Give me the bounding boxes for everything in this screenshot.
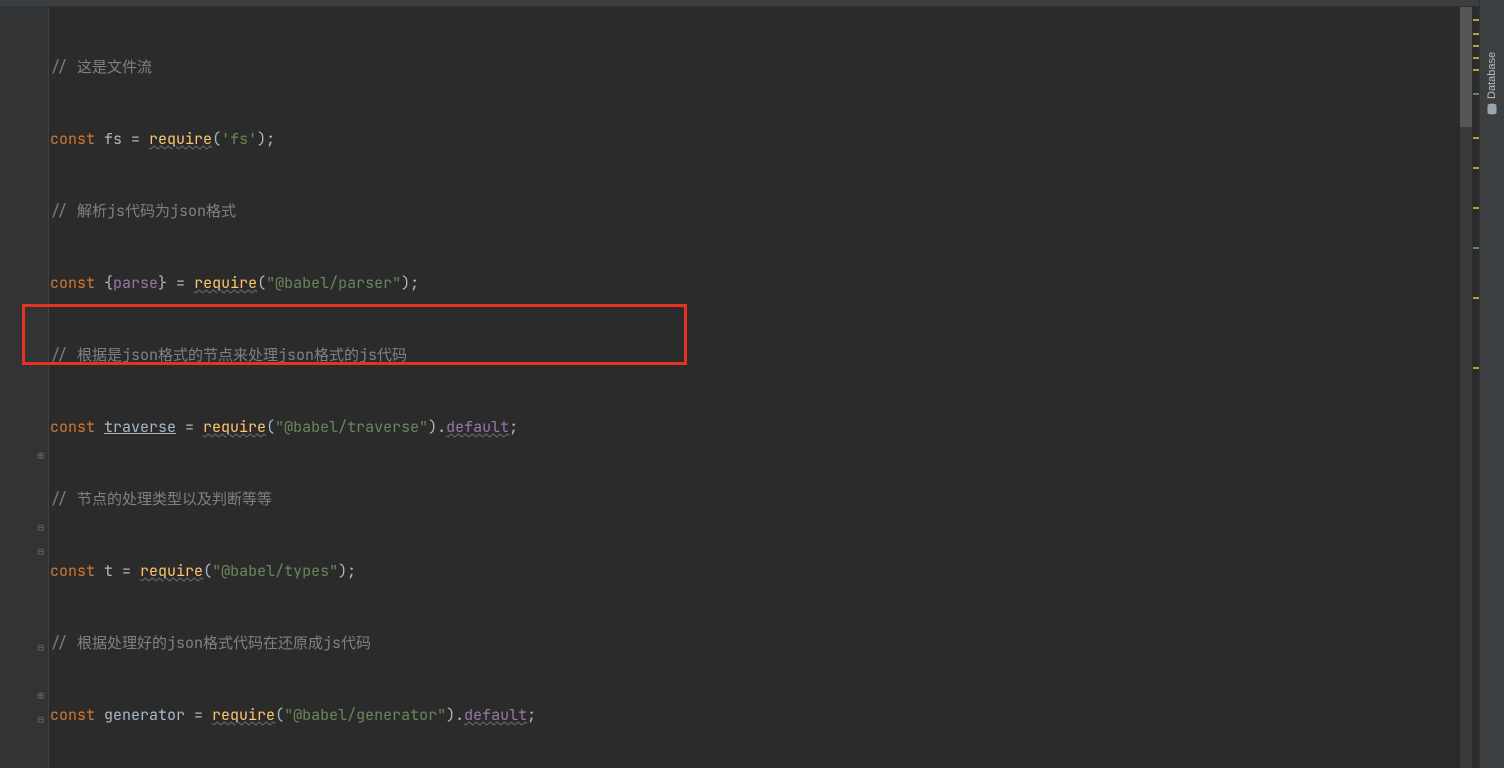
identifier[interactable]: traverse — [104, 417, 176, 437]
code-line[interactable]: const {parse} = require("@babel/parser")… — [50, 271, 1472, 295]
function-call: require — [203, 417, 266, 437]
code-line[interactable]: const t = require("@babel/types"); — [50, 559, 1472, 583]
code-comment: // 节点的处理类型以及判断等等 — [50, 489, 272, 509]
database-tool-button[interactable]: Database — [1480, 52, 1504, 152]
code-line[interactable]: // 根据是json格式的节点来处理json格式的js代码 — [50, 343, 1472, 367]
fold-collapse-icon[interactable]: ⊟ — [0, 636, 48, 660]
code-line[interactable]: const traverse = require("@babel/travers… — [50, 415, 1472, 439]
code-editor[interactable]: // 这是文件流 const fs = require('fs'); // 解析… — [48, 7, 1472, 768]
string: "@babel/types" — [212, 561, 338, 581]
right-tool-strip: Database — [1479, 0, 1504, 768]
fold-expand-icon[interactable]: ⊞ — [0, 684, 48, 708]
punct: ( — [266, 417, 275, 437]
punct: ). — [446, 705, 464, 725]
editor-gutter[interactable]: ⊞ ⊟ ⊟ ⊟ ⊞ ⊟ — [0, 7, 49, 768]
punct: ( — [203, 561, 212, 581]
fold-collapse-icon[interactable]: ⊟ — [0, 708, 48, 732]
keyword: const — [50, 129, 104, 149]
operator: = — [194, 705, 212, 725]
operator: = — [131, 129, 149, 149]
punct: ; — [527, 705, 536, 725]
string: "@babel/parser" — [266, 273, 401, 293]
fold-collapse-icon[interactable]: ⊟ — [0, 516, 48, 540]
ide-window: ⊞ ⊟ ⊟ ⊟ ⊞ ⊟ // 这是文件流 const fs = require(… — [0, 0, 1504, 768]
operator: = — [122, 561, 140, 581]
code-comment: // 根据处理好的json格式代码在还原成js代码 — [50, 633, 371, 653]
code-comment: // 解析js代码为json格式 — [50, 201, 236, 221]
identifier: t — [104, 561, 122, 581]
punct: { — [104, 273, 113, 293]
punct: ); — [401, 273, 419, 293]
punct: ( — [257, 273, 266, 293]
identifier: fs — [104, 129, 131, 149]
code-comment: // 根据是json格式的节点来处理json格式的js代码 — [50, 345, 407, 365]
scrollbar-thumb[interactable] — [1460, 7, 1472, 127]
identifier: generator — [104, 705, 194, 725]
keyword: const — [50, 561, 104, 581]
database-tool-label: Database — [1480, 52, 1504, 99]
punct: ); — [338, 561, 356, 581]
vertical-scrollbar[interactable] — [1460, 7, 1472, 768]
string: 'fs' — [221, 129, 257, 149]
code-comment: // 这是文件流 — [50, 57, 152, 77]
operator: = — [176, 417, 203, 437]
property: default — [464, 705, 527, 725]
punct: ). — [428, 417, 446, 437]
function-call: require — [212, 705, 275, 725]
keyword: const — [50, 705, 104, 725]
keyword: const — [50, 273, 104, 293]
code-line[interactable]: const generator = require("@babel/genera… — [50, 703, 1472, 727]
property: default — [446, 417, 509, 437]
keyword: const — [50, 417, 104, 437]
code-line[interactable]: const fs = require('fs'); — [50, 127, 1472, 151]
identifier: parse — [113, 273, 158, 293]
punct: } = — [158, 273, 194, 293]
function-call: require — [149, 129, 212, 149]
string: "@babel/traverse" — [275, 417, 428, 437]
code-line[interactable]: // 这是文件流 — [50, 55, 1472, 79]
fold-expand-icon[interactable]: ⊞ — [0, 444, 48, 468]
editor-top-bar — [0, 0, 1504, 7]
code-line[interactable]: // 解析js代码为json格式 — [50, 199, 1472, 223]
string: "@babel/generator" — [284, 705, 446, 725]
function-call: require — [140, 561, 203, 581]
database-icon — [1486, 103, 1498, 115]
function-call: require — [194, 273, 257, 293]
fold-collapse-icon[interactable]: ⊟ — [0, 540, 48, 564]
code-line[interactable]: // 根据处理好的json格式代码在还原成js代码 — [50, 631, 1472, 655]
code-line[interactable]: // 节点的处理类型以及判断等等 — [50, 487, 1472, 511]
punct: ; — [509, 417, 518, 437]
punct: ( — [275, 705, 284, 725]
punct: ); — [257, 129, 275, 149]
punct: ( — [212, 129, 221, 149]
